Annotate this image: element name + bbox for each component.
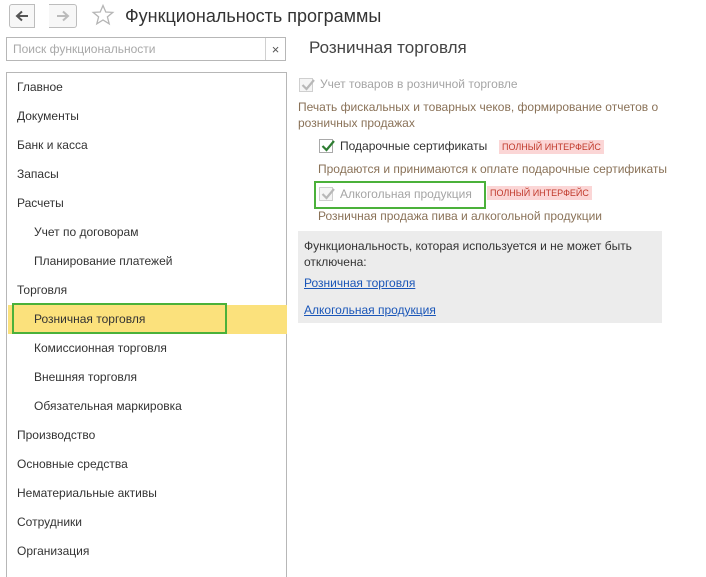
full-interface-badge: ПОЛНЫЙ ИНТЕРФЕЙС [499,140,604,154]
arrow-right-icon [56,10,70,22]
search-input[interactable] [7,38,263,60]
functionality-sections-list: Главное Документы Банк и касса Запасы Ра… [6,72,287,577]
arrow-left-icon [15,10,29,22]
alcohol-products-description: Розничная продажа пива и алкогольной про… [318,209,602,223]
sidebar-item-mandatory-marking[interactable]: Обязательная маркировка [34,392,182,421]
gift-certificates-description: Продаются и принимаются к оплате подароч… [318,162,668,176]
search-box: × [6,37,286,61]
retail-accounting-checkbox[interactable] [299,78,315,92]
sidebar-item-fixed-assets[interactable]: Основные средства [17,450,128,479]
sidebar-item-main[interactable]: Главное [17,73,63,102]
sidebar-item-retail-trade[interactable]: Розничная торговля [8,305,287,334]
full-interface-badge: ПОЛНЫЙ ИНТЕРФЕЙС [487,186,592,200]
sidebar-item-employees[interactable]: Сотрудники [17,508,82,537]
sidebar-item-foreign-trade[interactable]: Внешняя торговля [34,363,137,392]
alcohol-products-link[interactable]: Алкогольная продукция [304,303,436,317]
sidebar-item-production[interactable]: Производство [17,421,95,450]
retail-trade-link[interactable]: Розничная торговля [304,276,415,290]
sidebar-item-commission-trade[interactable]: Комиссионная торговля [34,334,167,363]
sidebar-item-inventory[interactable]: Запасы [17,160,59,189]
locked-functionality-text: Функциональность, которая используется и… [304,239,632,269]
sidebar-item-contracts-accounting[interactable]: Учет по договорам [34,218,138,247]
checkmark-icon [321,140,335,152]
sidebar-item-documents[interactable]: Документы [17,102,79,131]
sidebar-item-trade[interactable]: Торговля [17,276,67,305]
gift-certificates-label[interactable]: Подарочные сертификаты [340,139,487,153]
section-title: Розничная торговля [309,38,467,57]
sidebar-item-intangible-assets[interactable]: Нематериальные активы [17,479,157,508]
page-title: Функциональность программы [125,6,382,26]
sidebar-item-settlements[interactable]: Расчеты [17,189,64,218]
clear-search-button[interactable]: × [265,38,285,60]
sidebar-item-organization[interactable]: Организация [17,537,89,566]
checkmark-icon [301,79,315,91]
sidebar-item-bank-cash[interactable]: Банк и касса [17,131,88,160]
alcohol-products-label[interactable]: Алкогольная продукция [340,187,472,201]
sidebar-item-payment-planning[interactable]: Планирование платежей [34,247,172,276]
retail-accounting-label[interactable]: Учет товаров в розничной торговле [320,77,518,91]
gift-certificates-checkbox[interactable] [319,139,335,153]
checkmark-icon [321,188,335,200]
star-icon[interactable] [91,3,115,30]
alcohol-products-checkbox[interactable] [319,187,335,201]
locked-functionality-panel: Функциональность, которая используется и… [298,231,662,323]
forward-button[interactable] [49,4,77,28]
back-button[interactable] [9,4,35,28]
retail-accounting-description: Печать фискальных и товарных чеков, форм… [298,100,659,130]
